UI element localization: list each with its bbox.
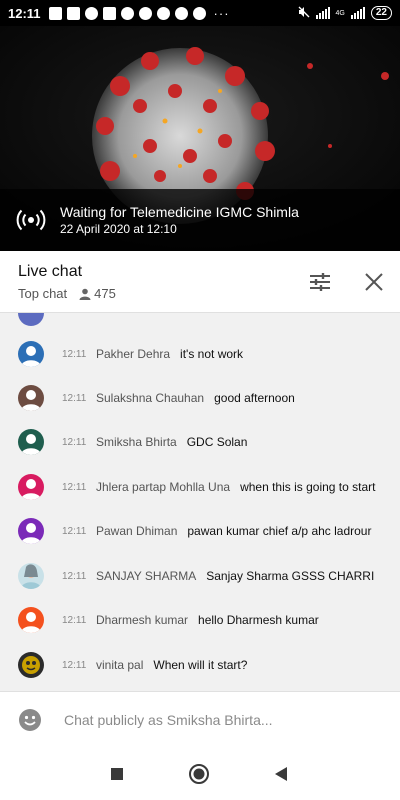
message-time: 12:11 xyxy=(62,614,87,626)
facebook-icon xyxy=(102,6,116,20)
chat-title: Live chat xyxy=(18,263,83,280)
chat-mode-selector[interactable]: Top chat 475 xyxy=(18,286,116,301)
message-time: 12:11 xyxy=(62,436,87,448)
mute-icon xyxy=(298,6,310,21)
message-time: 12:11 xyxy=(62,659,87,671)
chat-message[interactable]: 12:11 Jhlera partap Mohlla Una when this… xyxy=(0,471,400,503)
game-icon xyxy=(156,6,170,20)
triangle-back-icon xyxy=(275,767,287,781)
avatar xyxy=(18,341,44,367)
home-button[interactable] xyxy=(188,763,210,785)
chat-message[interactable]: 12:11 Dharmesh kumar hello Dharmesh kuma… xyxy=(0,604,400,636)
sliders-icon xyxy=(310,273,330,291)
message-author[interactable]: SANJAY SHARMA xyxy=(96,569,196,583)
status-bar: 12:11 ··· 4G 22 xyxy=(0,0,400,26)
chat-mode-label: Top chat xyxy=(18,286,68,301)
video-info-overlay: Waiting for Telemedicine IGMC Shimla 22 … xyxy=(0,189,400,251)
message-text: when this is going to start xyxy=(240,480,376,494)
chat-message[interactable]: 12:11 SANJAY SHARMA Sanjay Sharma GSSS C… xyxy=(0,560,400,592)
chat-message[interactable]: 12:11 Smiksha Bhirta GDC Solan xyxy=(0,426,400,458)
message-author[interactable]: Smiksha Bhirta xyxy=(96,435,177,449)
message-author[interactable]: Pawan Dhiman xyxy=(96,524,177,538)
chat-message-partial xyxy=(0,313,400,329)
jio-icon xyxy=(138,6,152,20)
avatar xyxy=(18,518,44,544)
facebook-icon xyxy=(48,6,62,20)
signal-icon xyxy=(315,7,330,19)
message-time: 12:11 xyxy=(62,525,87,537)
message-time: 12:11 xyxy=(62,392,87,404)
message-time: 12:11 xyxy=(62,570,87,582)
person-icon xyxy=(79,288,91,300)
message-text: it's not work xyxy=(180,347,244,361)
message-text: Sanjay Sharma GSSS CHARRI xyxy=(206,569,375,583)
message-text: pawan kumar chief a/p ahc ladrour xyxy=(187,524,372,538)
system-icons: 4G 22 xyxy=(298,6,392,21)
chat-message-input[interactable] xyxy=(62,710,386,729)
avatar xyxy=(18,474,44,500)
video-title: Waiting for Telemedicine IGMC Shimla xyxy=(60,204,299,220)
chat-message-list[interactable]: 12:11 Pakher Dehra it's not work 12:11 S… xyxy=(0,313,400,691)
message-author[interactable]: vinita pal xyxy=(96,658,143,672)
chat-input-bar xyxy=(0,691,400,747)
chat-message[interactable]: 12:11 Pawan Dhiman pawan kumar chief a/p… xyxy=(0,515,400,547)
emoji-icon xyxy=(19,708,41,731)
notification-icons xyxy=(48,6,206,20)
chat-message[interactable]: 12:11 Sulakshna Chauhan good afternoon xyxy=(0,382,400,414)
scheduled-time: 22 April 2020 at 12:10 xyxy=(60,222,177,236)
square-recents-icon xyxy=(111,768,123,780)
signal-icon xyxy=(350,7,365,19)
message-author[interactable]: Dharmesh kumar xyxy=(96,613,188,627)
recents-button[interactable] xyxy=(106,763,128,785)
filter-button[interactable] xyxy=(307,269,333,295)
jio-icon xyxy=(120,6,134,20)
chat-message[interactable]: 12:11 vinita pal When will it start? xyxy=(0,649,400,681)
message-author[interactable]: Sulakshna Chauhan xyxy=(96,391,204,405)
close-button[interactable] xyxy=(361,269,387,295)
person-notification-icon xyxy=(66,6,80,20)
battery-indicator: 22 xyxy=(370,6,392,20)
back-button[interactable] xyxy=(270,763,292,785)
close-icon xyxy=(365,273,383,291)
live-chat-header: Live chat Top chat 475 xyxy=(0,251,400,313)
game-icon xyxy=(174,6,188,20)
avatar xyxy=(18,652,44,678)
circle-home-icon xyxy=(189,764,209,784)
video-player[interactable]: Waiting for Telemedicine IGMC Shimla 22 … xyxy=(0,26,400,251)
broadcast-icon xyxy=(16,209,46,231)
message-author[interactable]: Jhlera partap Mohlla Una xyxy=(96,480,230,494)
more-notifications-icon: ··· xyxy=(213,5,230,21)
chat-message[interactable]: 12:11 Pakher Dehra it's not work xyxy=(0,338,400,370)
message-author[interactable]: Pakher Dehra xyxy=(96,347,170,361)
game-icon xyxy=(192,6,206,20)
network-label: 4G xyxy=(335,9,345,17)
emoji-button[interactable] xyxy=(18,708,42,732)
message-text: good afternoon xyxy=(214,391,295,405)
message-text: When will it start? xyxy=(153,658,248,672)
message-text: GDC Solan xyxy=(186,435,248,449)
message-time: 12:11 xyxy=(62,481,87,493)
viewer-count-value: 475 xyxy=(94,286,116,301)
status-time: 12:11 xyxy=(8,5,41,21)
avatar xyxy=(18,429,44,455)
system-navigation-bar xyxy=(0,747,400,800)
avatar xyxy=(18,563,44,589)
avatar xyxy=(18,607,44,633)
message-text: hello Dharmesh kumar xyxy=(198,613,319,627)
avatar xyxy=(18,385,44,411)
jio-icon xyxy=(84,6,98,20)
avatar xyxy=(18,313,44,326)
message-time: 12:11 xyxy=(62,348,87,360)
viewer-count: 475 xyxy=(79,286,116,301)
